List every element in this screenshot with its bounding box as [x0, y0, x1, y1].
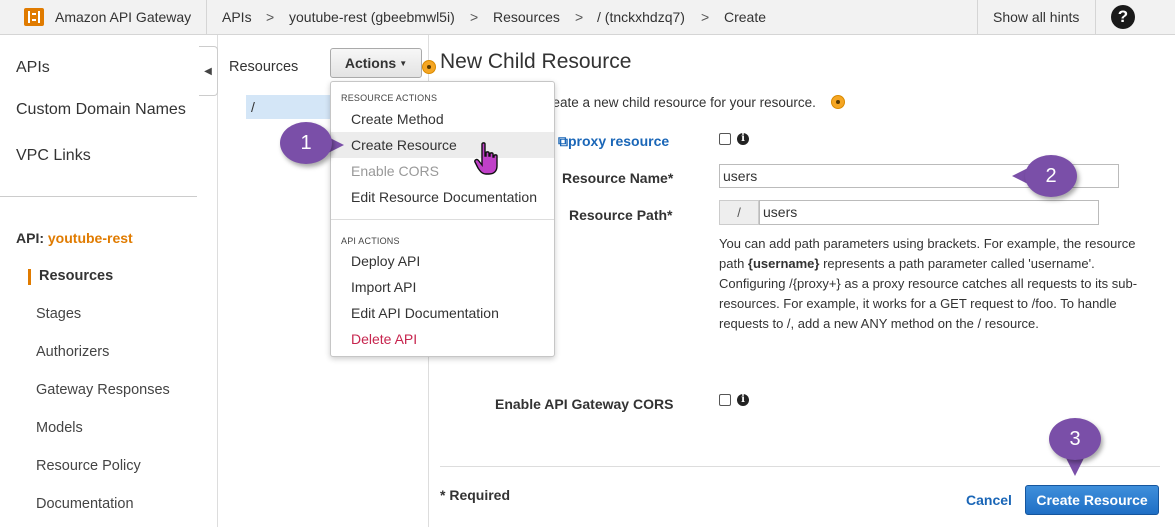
actions-menu: RESOURCE ACTIONS Create Method Create Re…: [330, 81, 555, 357]
menu-divider: [331, 219, 554, 220]
proxy-resource-checkbox[interactable]: [719, 133, 731, 145]
show-hints-button[interactable]: Show all hints: [993, 9, 1079, 25]
app-title[interactable]: Amazon API Gateway: [55, 9, 191, 25]
top-bar: Amazon API Gateway APIs > youtube-rest (…: [0, 0, 1175, 35]
active-indicator: [28, 269, 31, 285]
sidebar-item-resource-policy[interactable]: Resource Policy: [36, 458, 141, 474]
menu-item-create-method[interactable]: Create Method: [331, 106, 554, 132]
divider: [977, 0, 978, 35]
sidebar-item-authorizers[interactable]: Authorizers: [36, 344, 109, 360]
caret-down-icon: ▼: [399, 59, 408, 69]
resource-path-help-text: You can add path parameters using bracke…: [719, 234, 1161, 334]
divider: [1095, 0, 1096, 35]
breadcrumb-separator: >: [575, 9, 584, 25]
sidebar: APIs Custom Domain Names VPC Links API: …: [0, 35, 218, 527]
api-label: API: youtube-rest: [16, 230, 133, 246]
info-icon[interactable]: i: [737, 133, 749, 145]
hand-cursor-icon: [474, 142, 498, 175]
breadcrumb-resource[interactable]: / (tnckxhdzq7): [597, 9, 685, 25]
cancel-button[interactable]: Cancel: [966, 492, 1012, 508]
step-3-callout: 3: [1049, 418, 1101, 460]
breadcrumb-create: Create: [724, 9, 767, 25]
chevron-left-icon: ◀: [204, 66, 212, 77]
breadcrumb-api[interactable]: youtube-rest (gbeebmwl5i): [289, 9, 455, 25]
help-text-example: {username}: [747, 256, 820, 271]
help-icon[interactable]: ?: [1111, 5, 1135, 29]
resource-path-prefix: /: [719, 200, 759, 225]
sidebar-item-resources[interactable]: Resources: [39, 268, 113, 284]
menu-item-create-resource[interactable]: Create Resource: [331, 132, 554, 158]
breadcrumb-resources[interactable]: Resources: [493, 9, 560, 25]
menu-group-api-actions: API ACTIONS: [341, 236, 400, 246]
divider: [206, 0, 207, 35]
sidebar-divider: [0, 196, 197, 197]
create-resource-button[interactable]: Create Resource: [1025, 485, 1159, 515]
resource-path-label: Resource Path*: [569, 207, 673, 223]
proxy-resource-link[interactable]: ⧉proxy resource: [558, 133, 669, 150]
hint-dot-icon[interactable]: [422, 60, 436, 74]
menu-item-import-api[interactable]: Import API: [331, 274, 554, 300]
breadcrumb-apis[interactable]: APIs: [222, 9, 252, 25]
enable-cors-checkbox[interactable]: [719, 394, 731, 406]
menu-group-resource-actions: RESOURCE ACTIONS: [341, 93, 438, 103]
resources-panel-title: Resources: [229, 59, 299, 75]
enable-cors-label: Enable API Gateway CORS: [495, 396, 674, 412]
menu-item-edit-resource-documentation[interactable]: Edit Resource Documentation: [331, 184, 554, 210]
api-name-link[interactable]: youtube-rest: [48, 230, 133, 246]
sidebar-item-models[interactable]: Models: [36, 420, 83, 436]
menu-item-enable-cors: Enable CORS: [351, 163, 439, 179]
menu-item-deploy-api[interactable]: Deploy API: [331, 248, 554, 274]
step-2-callout: 2: [1025, 155, 1077, 197]
page-title: New Child Resource: [440, 50, 632, 73]
sidebar-item-apis[interactable]: APIs: [16, 59, 50, 77]
sidebar-item-custom-domain-names[interactable]: Custom Domain Names: [16, 101, 186, 119]
sidebar-item-vpc-links[interactable]: VPC Links: [16, 147, 91, 165]
resource-path-input[interactable]: users: [759, 200, 1099, 225]
intro-text: reate a new child resource for your reso…: [548, 95, 816, 110]
breadcrumb-separator: >: [470, 9, 479, 25]
hint-dot-icon[interactable]: [831, 95, 845, 109]
sidebar-item-documentation[interactable]: Documentation: [36, 496, 134, 512]
info-icon[interactable]: i: [737, 394, 749, 406]
api-gateway-logo-icon[interactable]: [22, 5, 46, 29]
menu-item-delete-api[interactable]: Delete API: [331, 326, 554, 352]
menu-item-edit-api-documentation[interactable]: Edit API Documentation: [331, 300, 554, 326]
api-label-prefix: API:: [16, 230, 44, 246]
actions-label: Actions: [344, 55, 397, 71]
actions-dropdown-button[interactable]: Actions ▼: [330, 48, 422, 78]
required-note: * Required: [440, 487, 511, 503]
external-link-icon: ⧉: [558, 133, 568, 149]
step-1-callout: 1: [280, 122, 332, 164]
sidebar-item-gateway-responses[interactable]: Gateway Responses: [36, 382, 170, 398]
form-footer-divider: [440, 466, 1160, 467]
breadcrumb-separator: >: [266, 9, 275, 25]
proxy-resource-label: proxy resource: [568, 133, 670, 149]
sidebar-item-stages[interactable]: Stages: [36, 306, 81, 322]
breadcrumb-separator: >: [701, 9, 710, 25]
resource-name-label: Resource Name*: [562, 170, 674, 186]
collapse-sidebar-button[interactable]: ◀: [199, 46, 218, 96]
